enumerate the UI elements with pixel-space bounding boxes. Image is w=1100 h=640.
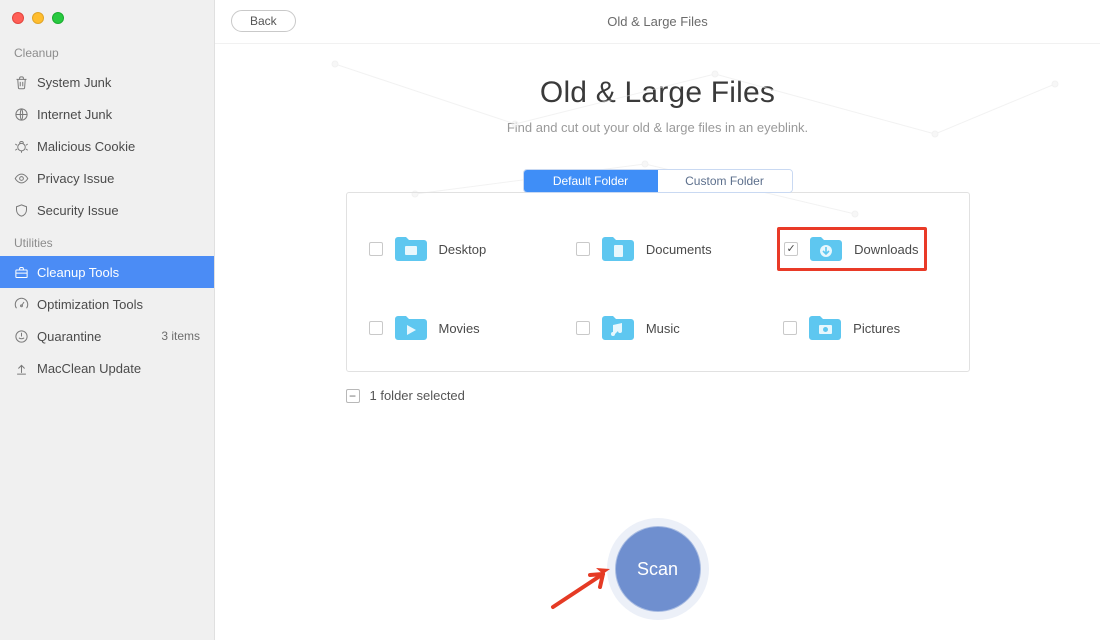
sidebar-item-label: System Junk: [37, 75, 111, 90]
minimize-window-button[interactable]: [32, 12, 44, 24]
folder-option-downloads[interactable]: Downloads: [761, 227, 968, 271]
sidebar-item-update[interactable]: MacClean Update: [0, 352, 214, 384]
zoom-window-button[interactable]: [52, 12, 64, 24]
sidebar-item-security-issue[interactable]: Security Issue: [0, 194, 214, 226]
sidebar-item-badge: 3 items: [161, 329, 200, 343]
folder-option-documents[interactable]: Documents: [554, 227, 761, 271]
sidebar-item-quarantine[interactable]: Quarantine 3 items: [0, 320, 214, 352]
folder-label: Music: [646, 321, 680, 336]
bug-icon: [14, 139, 29, 154]
selection-summary-text: 1 folder selected: [370, 388, 465, 403]
folder-option-movies[interactable]: Movies: [347, 313, 554, 343]
sidebar-item-system-junk[interactable]: System Junk: [0, 66, 214, 98]
selection-summary-row: − 1 folder selected: [346, 388, 970, 403]
folder-music-icon: [600, 313, 636, 343]
sidebar-section-utilities: Utilities: [0, 226, 214, 256]
main-pane: Back Old & Large Files Old & Large Files…: [215, 0, 1100, 640]
eye-icon: [14, 171, 29, 186]
trash-icon: [14, 75, 29, 90]
folder-label: Movies: [439, 321, 480, 336]
checkbox-pictures[interactable]: [783, 321, 797, 335]
checkbox-music[interactable]: [576, 321, 590, 335]
briefcase-icon: [14, 265, 29, 280]
upload-icon: [14, 361, 29, 376]
back-button[interactable]: Back: [231, 10, 296, 32]
sidebar-item-optimization-tools[interactable]: Optimization Tools: [0, 288, 214, 320]
scan-button-label: Scan: [637, 559, 678, 580]
folder-option-desktop[interactable]: Desktop: [347, 227, 554, 271]
sidebar-item-label: Cleanup Tools: [37, 265, 119, 280]
folder-documents-icon: [600, 234, 636, 264]
checkbox-movies[interactable]: [369, 321, 383, 335]
sidebar: Cleanup System Junk Internet Junk Malici…: [0, 0, 215, 640]
sidebar-item-label: Internet Junk: [37, 107, 112, 122]
sidebar-section-cleanup: Cleanup: [0, 36, 214, 66]
header: Back Old & Large Files: [215, 0, 1100, 44]
folder-movies-icon: [393, 313, 429, 343]
sidebar-item-malicious-cookie[interactable]: Malicious Cookie: [0, 130, 214, 162]
deselect-all-checkbox[interactable]: −: [346, 389, 360, 403]
header-title: Old & Large Files: [607, 14, 707, 29]
quarantine-icon: [14, 329, 29, 344]
folder-label: Desktop: [439, 242, 487, 257]
sidebar-item-label: Malicious Cookie: [37, 139, 135, 154]
folder-label: Pictures: [853, 321, 900, 336]
page-title: Old & Large Files: [215, 76, 1100, 110]
shield-icon: [14, 203, 29, 218]
sidebar-item-label: MacClean Update: [37, 361, 141, 376]
folder-label: Downloads: [854, 242, 918, 257]
sidebar-item-label: Optimization Tools: [37, 297, 143, 312]
hero-section: Old & Large Files Find and cut out your …: [215, 76, 1100, 135]
checkbox-documents[interactable]: [576, 242, 590, 256]
folder-downloads-icon: [808, 234, 844, 264]
folder-option-pictures[interactable]: Pictures: [761, 313, 968, 343]
folder-panel: Desktop Documents Downloads: [346, 192, 970, 372]
page-subtitle: Find and cut out your old & large files …: [215, 120, 1100, 135]
tab-default-folder[interactable]: Default Folder: [524, 170, 658, 192]
tab-custom-folder[interactable]: Custom Folder: [658, 170, 792, 192]
folder-desktop-icon: [393, 234, 429, 264]
sidebar-item-label: Security Issue: [37, 203, 119, 218]
window-controls: [0, 0, 214, 36]
highlight-annotation: Downloads: [777, 227, 927, 271]
annotation-arrow-icon: [548, 562, 618, 612]
checkbox-desktop[interactable]: [369, 242, 383, 256]
close-window-button[interactable]: [12, 12, 24, 24]
sidebar-item-privacy-issue[interactable]: Privacy Issue: [0, 162, 214, 194]
scan-button[interactable]: Scan: [615, 526, 701, 612]
folder-tabs: Default Folder Custom Folder: [523, 169, 793, 193]
gauge-icon: [14, 297, 29, 312]
sidebar-item-cleanup-tools[interactable]: Cleanup Tools: [0, 256, 214, 288]
sidebar-item-label: Privacy Issue: [37, 171, 114, 186]
checkbox-downloads[interactable]: [784, 242, 798, 256]
sidebar-item-internet-junk[interactable]: Internet Junk: [0, 98, 214, 130]
folder-option-music[interactable]: Music: [554, 313, 761, 343]
folder-pictures-icon: [807, 313, 843, 343]
globe-icon: [14, 107, 29, 122]
sidebar-item-label: Quarantine: [37, 329, 101, 344]
folder-label: Documents: [646, 242, 712, 257]
